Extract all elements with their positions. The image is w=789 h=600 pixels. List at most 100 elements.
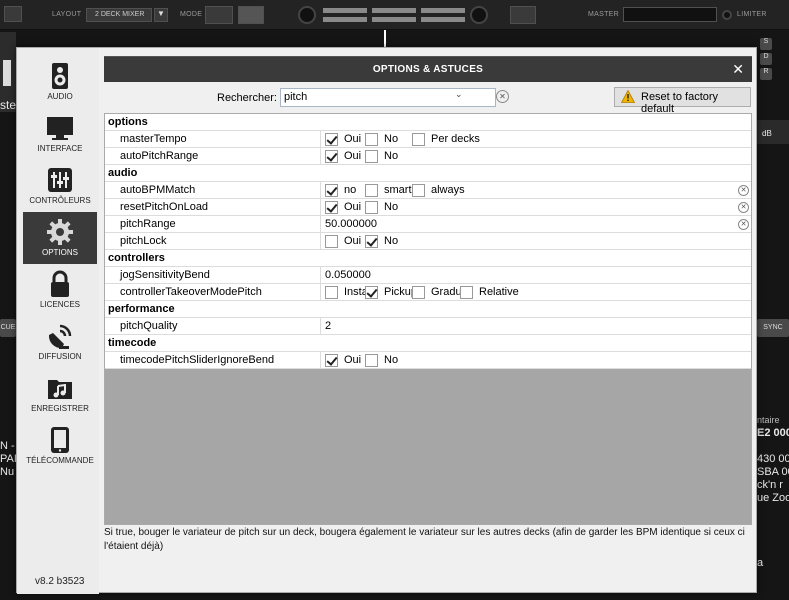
side-button-r[interactable]: R: [760, 68, 772, 80]
search-input[interactable]: [284, 91, 464, 103]
limiter-indicator[interactable]: [722, 10, 732, 20]
checkbox-oui[interactable]: [325, 201, 338, 214]
option-value[interactable]: 0.050000: [325, 269, 371, 281]
search-combobox[interactable]: ⌄: [280, 88, 496, 107]
checkbox-smart[interactable]: [365, 184, 378, 197]
reset-option-icon[interactable]: ✕: [738, 219, 749, 230]
cue-button[interactable]: CUE: [0, 319, 16, 337]
column-divider: [320, 148, 321, 165]
checkbox-label: Oui: [344, 201, 362, 213]
checkbox-no[interactable]: [365, 235, 378, 248]
knob-left[interactable]: [298, 6, 316, 24]
help-text: Si true, bouger le variateur de pitch su…: [104, 527, 745, 552]
column-divider: [320, 233, 321, 250]
option-name: controllerTakeoverModePitch: [120, 286, 262, 298]
checkbox-oui[interactable]: [325, 150, 338, 163]
checkbox-oui[interactable]: [325, 354, 338, 367]
nav-label-remote: TÉLÉCOMMANDE: [26, 456, 94, 465]
column-divider: [320, 318, 321, 335]
mode-laptop-button[interactable]: [205, 6, 233, 24]
search-clear-icon[interactable]: ✕: [496, 90, 509, 103]
nav-item-interface[interactable]: INTERFACE: [23, 108, 97, 160]
lock-icon: [51, 270, 69, 297]
checkbox-oui[interactable]: [325, 235, 338, 248]
layout-select[interactable]: 2 DECK MIXER: [86, 8, 152, 22]
music-folder-icon: [48, 380, 72, 399]
section-title: options: [108, 116, 148, 128]
nav-item-broadcast[interactable]: DIFFUSION: [23, 316, 97, 368]
checkbox-pickup[interactable]: [365, 286, 378, 299]
checkbox-label: No: [384, 201, 399, 213]
deck-title-fragment: ste: [0, 98, 17, 112]
checkbox-no[interactable]: [325, 184, 338, 197]
side-button-d[interactable]: D: [760, 53, 772, 65]
search-row: Rechercher: ⌄ ✕ Reset to factory default: [104, 87, 752, 115]
nav-item-remote[interactable]: TÉLÉCOMMANDE: [23, 420, 97, 472]
search-dropdown-icon[interactable]: ⌄: [455, 89, 463, 100]
reset-option-icon[interactable]: ✕: [738, 202, 749, 213]
checkbox-gradual[interactable]: [412, 286, 425, 299]
option-name: resetPitchOnLoad: [120, 201, 209, 213]
checkbox-label: smart: [384, 184, 412, 196]
dialog-header: OPTIONS & ASTUCES ✕: [104, 56, 752, 82]
mode-screen-button[interactable]: [238, 6, 264, 24]
close-button[interactable]: ✕: [732, 61, 744, 78]
column-divider: [320, 352, 321, 369]
browser-row-right-6: a: [757, 557, 764, 569]
checkbox-no[interactable]: [365, 354, 378, 367]
checkbox-label: Oui: [344, 150, 362, 162]
nav-item-record[interactable]: ENREGISTRER: [23, 368, 97, 420]
nav-label-controllers: CONTRÔLEURS: [29, 196, 91, 205]
nav-item-audio[interactable]: AUDIO: [23, 56, 97, 108]
checkbox-instant[interactable]: [325, 286, 338, 299]
gear-icon: [47, 219, 73, 245]
nav-item-controllers[interactable]: CONTRÔLEURS: [23, 160, 97, 212]
limiter-label: LIMITER: [737, 11, 767, 18]
layout-label: LAYOUT: [52, 11, 82, 18]
checkbox-label: always: [431, 184, 465, 196]
master-label: MASTER: [588, 11, 619, 18]
checkbox-relative[interactable]: [460, 286, 473, 299]
checkbox-label: Oui: [344, 133, 362, 145]
waveform-button[interactable]: [510, 6, 536, 24]
nav-label-audio: AUDIO: [47, 92, 73, 101]
browser-row-right-3: SBA 000: [757, 466, 789, 478]
checkbox-always[interactable]: [412, 184, 425, 197]
broadcast-icon: [48, 324, 72, 349]
knob-right[interactable]: [470, 6, 488, 24]
checkbox-label: Oui: [344, 235, 362, 247]
nav-item-licences[interactable]: LICENCES: [23, 264, 97, 316]
checkbox-per-decks[interactable]: [412, 133, 425, 146]
nav-label-record: ENREGISTRER: [31, 404, 89, 413]
checkbox-label: No: [384, 235, 399, 247]
reset-option-icon[interactable]: ✕: [738, 185, 749, 196]
mixer-icon: [48, 168, 72, 192]
checkbox-oui[interactable]: [325, 133, 338, 146]
checkbox-no[interactable]: [365, 150, 378, 163]
nav-item-options[interactable]: OPTIONS: [23, 212, 97, 264]
option-value[interactable]: 50.000000: [325, 218, 377, 230]
option-row-masterTempo: masterTempo Oui No Per decks: [105, 131, 751, 148]
checkbox-no[interactable]: [365, 133, 378, 146]
option-row-pitchQuality: pitchQuality 2: [105, 318, 751, 335]
browser-row-right-2: 430 000: [757, 453, 789, 465]
section-header-timecode: timecode: [105, 335, 751, 352]
options-grid: options masterTempo Oui No Per decks autoPitc…: [104, 113, 752, 525]
warning-icon: [621, 90, 635, 103]
layout-dropdown-icon[interactable]: ▼: [154, 8, 168, 22]
menu-icon[interactable]: [4, 6, 22, 22]
sync-button[interactable]: SYNC: [757, 319, 789, 337]
reset-factory-label: Reset to factory default: [641, 91, 719, 115]
column-divider: [320, 131, 321, 148]
reset-factory-button[interactable]: Reset to factory default: [614, 87, 751, 115]
option-value[interactable]: 2: [325, 320, 331, 332]
option-name: pitchRange: [120, 218, 176, 230]
column-divider: [320, 267, 321, 284]
column-divider: [320, 216, 321, 233]
browser-header-right: ntaire: [757, 415, 780, 425]
checkbox-no[interactable]: [365, 201, 378, 214]
section-header-options: options: [105, 114, 751, 131]
nav-label-options: OPTIONS: [41, 248, 78, 257]
side-button-s[interactable]: S: [760, 38, 772, 50]
option-row-autoPitchRange: autoPitchRange Oui No: [105, 148, 751, 165]
